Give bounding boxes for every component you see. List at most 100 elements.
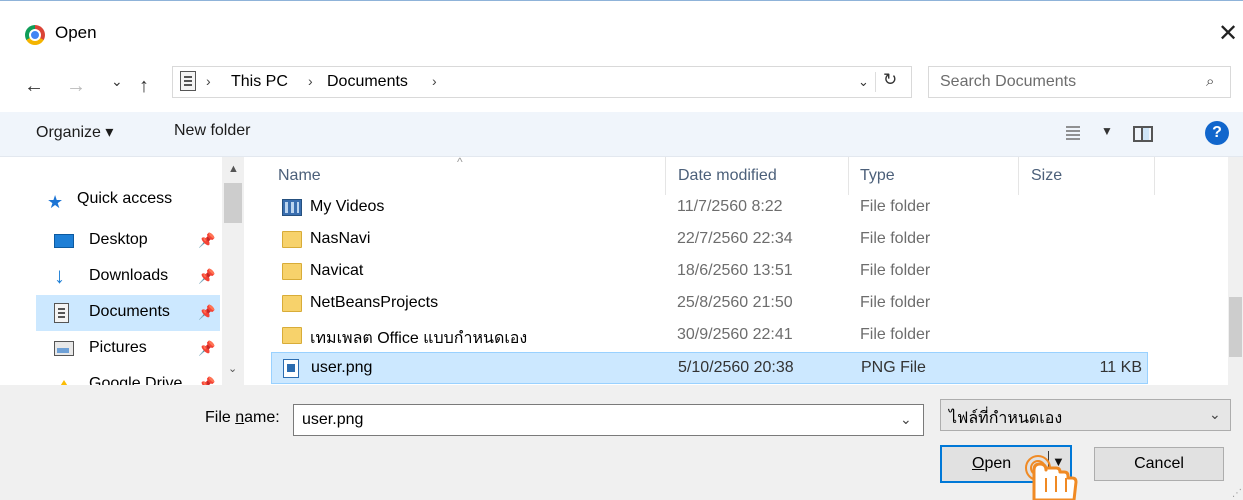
navigation-scrollbar[interactable]: ▲ ⌄ — [222, 157, 244, 385]
column-header-type[interactable]: Type — [860, 167, 895, 185]
cancel-label: Cancel — [1134, 455, 1184, 472]
path-separator[interactable]: › — [432, 73, 437, 89]
hand-cursor-icon — [1025, 455, 1078, 500]
new-folder-button[interactable]: New folder — [174, 122, 250, 140]
column-header-date[interactable]: Date modified — [678, 167, 777, 185]
organize-button[interactable]: Organize ▾ — [36, 122, 113, 142]
file-date: 25/8/2560 21:50 — [677, 294, 793, 311]
sidebar-item-quick-access[interactable]: Quick access — [77, 190, 172, 208]
sidebar-item-label: Desktop — [89, 231, 148, 248]
folder-icon — [282, 295, 302, 312]
up-button[interactable]: ↑ — [139, 75, 149, 98]
folder-icon — [282, 231, 302, 248]
search-icon[interactable]: ⌕ — [1206, 73, 1214, 90]
recent-locations-button[interactable]: ⌄ — [111, 73, 123, 90]
table-row[interactable]: My Videos 11/7/2560 8:22 File folder — [271, 192, 1148, 224]
file-name-value: user.png — [302, 411, 364, 428]
file-type: File folder — [860, 326, 931, 343]
file-list: ^ Name Date modified Type Size My Videos… — [248, 155, 1228, 385]
file-type: File folder — [860, 262, 931, 279]
view-options-icon[interactable] — [1066, 126, 1080, 140]
chevron-down-icon[interactable]: ⌄ — [900, 411, 912, 428]
label-part: File — [205, 409, 236, 426]
sidebar-item-downloads[interactable]: ↓ Downloads 📌 — [36, 259, 220, 295]
access-key: n — [235, 409, 245, 426]
table-row[interactable]: Navicat 18/6/2560 13:51 File folder — [271, 256, 1148, 288]
file-name-label: File name: — [205, 409, 280, 427]
pin-icon: 📌 — [198, 304, 216, 320]
preview-pane-icon[interactable] — [1133, 126, 1153, 142]
search-placeholder: Search Documents — [940, 73, 1077, 90]
view-dropdown-icon[interactable]: ▼ — [1101, 124, 1113, 138]
chrome-icon — [25, 25, 45, 45]
column-divider[interactable] — [665, 157, 666, 195]
documents-icon — [180, 71, 196, 91]
pin-icon: 📌 — [198, 376, 216, 385]
path-dropdown-icon[interactable]: ⌄ — [858, 74, 869, 90]
file-name: Navicat — [310, 262, 364, 279]
folder-icon — [282, 327, 302, 344]
sidebar-item-pictures[interactable]: Pictures 📌 — [36, 331, 220, 367]
table-row[interactable]: NasNavi 22/7/2560 22:34 File folder — [271, 224, 1148, 256]
path-separator[interactable]: › — [308, 73, 313, 89]
file-name: เทมเพลต Office แบบกำหนดเอง — [310, 330, 528, 347]
resize-grip-icon[interactable]: ⋰ — [1232, 488, 1242, 499]
scroll-up-icon[interactable]: ▲ — [228, 163, 239, 175]
column-divider[interactable] — [848, 157, 849, 195]
file-date: 30/9/2560 22:41 — [677, 326, 793, 343]
file-type-value: ไฟล์ที่กำหนดเอง — [949, 410, 1063, 427]
sidebar-item-label: Google Drive — [89, 375, 183, 385]
help-icon[interactable]: ? — [1205, 121, 1229, 145]
path-divider — [875, 72, 876, 92]
file-name-input[interactable]: user.png ⌄ — [293, 404, 924, 436]
column-divider[interactable] — [1018, 157, 1019, 195]
forward-button[interactable]: → — [66, 75, 86, 98]
file-name: NasNavi — [310, 230, 371, 247]
scroll-thumb[interactable] — [224, 183, 242, 223]
file-date: 11/7/2560 8:22 — [677, 198, 783, 215]
breadcrumb-this-pc[interactable]: This PC — [231, 73, 288, 91]
file-date: 5/10/2560 20:38 — [678, 359, 794, 376]
scroll-down-icon[interactable]: ⌄ — [228, 362, 237, 375]
file-type: PNG File — [861, 359, 926, 376]
file-list-scrollbar[interactable] — [1228, 157, 1243, 385]
column-header-name[interactable]: Name — [278, 167, 321, 185]
pictures-icon — [54, 341, 74, 356]
video-folder-icon — [282, 199, 302, 216]
title-bar: Open ✕ — [0, 0, 1243, 64]
command-toolbar: Organize ▾ New folder ▼ ? — [0, 112, 1243, 157]
sidebar-item-label: Downloads — [89, 267, 169, 284]
table-row[interactable]: เทมเพลต Office แบบกำหนดเอง 30/9/2560 22:… — [271, 320, 1148, 352]
file-date: 18/6/2560 13:51 — [677, 262, 793, 279]
folder-icon — [282, 263, 302, 280]
table-row[interactable]: NetBeansProjects 25/8/2560 21:50 File fo… — [271, 288, 1148, 320]
refresh-icon[interactable]: ↻ — [883, 70, 897, 90]
file-type-select[interactable]: ไฟล์ที่กำหนดเอง ⌄ — [940, 399, 1231, 431]
address-path[interactable]: › This PC › Documents › ⌄ ↻ — [172, 66, 912, 98]
downloads-icon: ↓ — [54, 263, 65, 288]
table-row-selected[interactable]: user.png 5/10/2560 20:38 PNG File 11 KB — [271, 352, 1148, 384]
file-name: NetBeansProjects — [310, 294, 439, 311]
window-title: Open — [55, 23, 97, 42]
open-label: Open — [972, 455, 1011, 473]
sidebar-item-desktop[interactable]: Desktop 📌 — [36, 223, 220, 259]
star-icon: ★ — [47, 192, 64, 212]
close-button[interactable]: ✕ — [1218, 19, 1238, 48]
chevron-down-icon[interactable]: ⌄ — [1209, 406, 1221, 423]
label-part: ame: — [244, 409, 280, 426]
documents-icon — [54, 303, 69, 323]
back-button[interactable]: ← — [24, 75, 44, 98]
search-input[interactable]: Search Documents ⌕ — [928, 66, 1231, 98]
file-name: My Videos — [310, 198, 385, 215]
path-separator[interactable]: › — [206, 73, 211, 89]
breadcrumb-documents[interactable]: Documents — [327, 73, 408, 91]
column-divider[interactable] — [1154, 157, 1155, 195]
pin-icon: 📌 — [198, 232, 216, 248]
sort-indicator-icon: ^ — [457, 155, 463, 169]
sidebar-item-documents[interactable]: Documents 📌 — [36, 295, 220, 331]
scroll-thumb[interactable] — [1229, 297, 1242, 357]
column-header-size[interactable]: Size — [1031, 167, 1062, 185]
pin-icon: 📌 — [198, 268, 216, 284]
sidebar-item-google-drive[interactable]: Google Drive 📌 — [36, 367, 220, 385]
cancel-button[interactable]: Cancel — [1094, 447, 1224, 481]
